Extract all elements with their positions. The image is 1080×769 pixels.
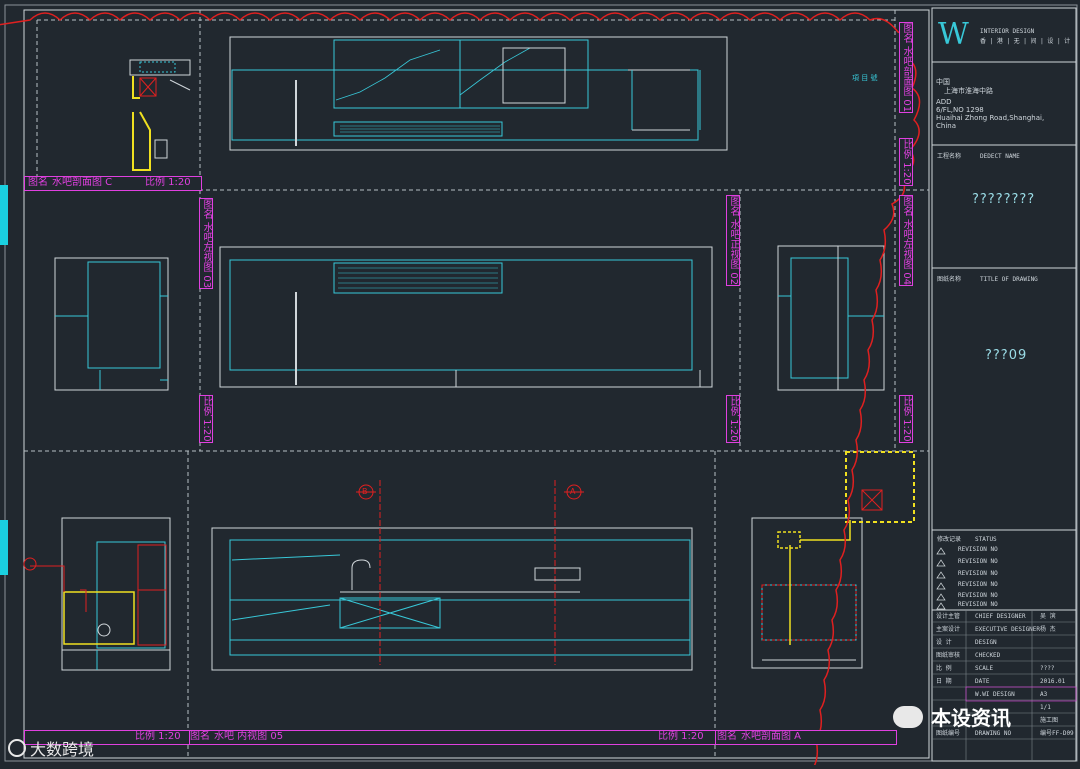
label-view-c-title: 图名 xyxy=(28,177,48,188)
tb-row-cn: 设 计 xyxy=(936,639,952,646)
label-view-03-scale: 比例 1:20 xyxy=(199,395,213,443)
label-view-05-title: 图名 xyxy=(190,731,210,742)
watermark-right: 本设资讯 xyxy=(893,702,1011,731)
label-view-01: 图名 水吧剖面图 01 xyxy=(899,22,913,114)
drawing-label-cn: 图纸名称 xyxy=(937,276,962,283)
revision-1: REVISION NO xyxy=(958,546,998,553)
side-label: 項 目 號 xyxy=(852,74,878,82)
wechat-icon xyxy=(893,705,923,728)
tb-row-en: CHIEF DESIGNER xyxy=(975,613,1026,620)
revision-2: REVISION NO xyxy=(958,558,998,565)
logo-w: W xyxy=(938,17,969,52)
tb-row-cn: 图纸审核 xyxy=(936,652,961,659)
label-view-05-name: 水吧 内视图 05 xyxy=(214,731,284,742)
logo-cn: 香 | 港 | 无 | 间 | 设 | 计 xyxy=(980,38,1071,45)
left-view-03 xyxy=(54,257,169,391)
address-cn-2: 上海市淮海中路 xyxy=(944,87,993,95)
label-view-05-scale: 比例 1:20 xyxy=(658,731,704,742)
tb-row-en: W.WI DESIGN xyxy=(975,691,1015,698)
tb-row-value: 编号FF-D09 xyxy=(1040,730,1074,737)
tb-row-cn: 图纸编号 xyxy=(936,730,961,737)
inner-view-05 xyxy=(211,480,693,671)
left-tab-top xyxy=(0,185,8,245)
section-c-detail xyxy=(129,59,191,171)
tb-row-en: DRAWING NO xyxy=(975,730,1012,737)
tb-row-en: SCALE xyxy=(975,665,994,672)
tb-row-cn: 主案设计 xyxy=(936,626,961,633)
label-view-04-scale: 比例 1:20 xyxy=(899,395,913,443)
tb-row-cn: 日 期 xyxy=(936,678,952,685)
tb-row-value: A3 xyxy=(1040,691,1048,698)
status-en: STATUS xyxy=(975,536,997,543)
watermark-left: 大数跨境 xyxy=(8,736,94,760)
drawing-label-en: TITLE OF DRAWING xyxy=(980,276,1038,283)
tb-row-cn: 设计主管 xyxy=(936,613,961,620)
logo-sub: INTERIOR DESIGN xyxy=(980,28,1035,35)
cad-drawing-sheet: 图名 水吧剖面图 C 比例 1:20 图名 水吧左视图 03 比例 1:20 图… xyxy=(0,0,1080,769)
drawing-svg xyxy=(0,4,1078,769)
tb-row-value: 1/1 xyxy=(1040,704,1051,711)
label-view-03: 图名 水吧左视图 03 xyxy=(199,198,213,290)
address-cn-1: 中国 xyxy=(936,78,950,86)
revision-3: REVISION NO xyxy=(958,570,998,577)
revision-5: REVISION NO xyxy=(958,592,998,599)
tb-row-en: EXECUTIVE DESIGNER xyxy=(975,626,1041,633)
tb-row-value: ???? xyxy=(1040,665,1055,672)
section-b-detail xyxy=(30,517,171,671)
watermark-left-text: 大数跨境 xyxy=(30,740,95,759)
label-view-04: 图名 水吧左视图 04 xyxy=(899,195,913,287)
top-grille xyxy=(340,125,500,133)
revision-6: REVISION NO xyxy=(958,601,998,608)
section-marker-b-label: B xyxy=(362,487,368,496)
label-view-a-title: 图名 xyxy=(717,731,737,742)
label-view-01-scale: 比例 1:20 xyxy=(899,138,913,186)
top-elevation xyxy=(229,36,728,151)
label-view-a-name: 水吧剖面图 A xyxy=(741,731,802,742)
revision-4: REVISION NO xyxy=(958,581,998,588)
status-cn: 修改记录 xyxy=(937,536,962,543)
tb-row-value: 施工图 xyxy=(1040,717,1059,724)
tb-row-en: DESIGN xyxy=(975,639,997,646)
front-grille xyxy=(338,267,498,289)
drawing-value: ???09 xyxy=(985,348,1028,363)
label-view-02-scale: 比例 1:20 xyxy=(726,395,740,443)
project-label-en: DEDECT NAME xyxy=(980,153,1020,160)
left-tab-bottom xyxy=(0,520,8,575)
label-view-02: 图名 水吧正视图 02 xyxy=(726,195,740,287)
tb-row-en: DATE xyxy=(975,678,990,685)
tb-row-value: 2016.01 xyxy=(1040,678,1066,685)
label-view-b-scale: 比例 1:20 xyxy=(135,731,181,742)
label-view-c-name: 水吧剖面图 C xyxy=(52,177,113,188)
tb-row-value: 吴 滨 xyxy=(1040,613,1056,620)
tb-row-en: CHECKED xyxy=(975,652,1001,659)
label-view-c-scale: 比例 1:20 xyxy=(145,177,191,188)
section-marker-a-label: A xyxy=(570,487,576,496)
section-b-callout xyxy=(23,557,37,571)
revision-triangles xyxy=(936,547,946,610)
tb-row-cn: 比 例 xyxy=(936,665,952,672)
watermark-left-icon xyxy=(8,739,26,757)
project-value: ???????? xyxy=(972,192,1036,207)
project-label-cn: 工程名称 xyxy=(937,153,962,160)
address-en-4: China xyxy=(936,122,956,130)
watermark-right-text: 本设资讯 xyxy=(931,706,1011,730)
outer-frame xyxy=(4,4,1078,762)
tb-row-value: 杨 杰 xyxy=(1040,626,1056,633)
